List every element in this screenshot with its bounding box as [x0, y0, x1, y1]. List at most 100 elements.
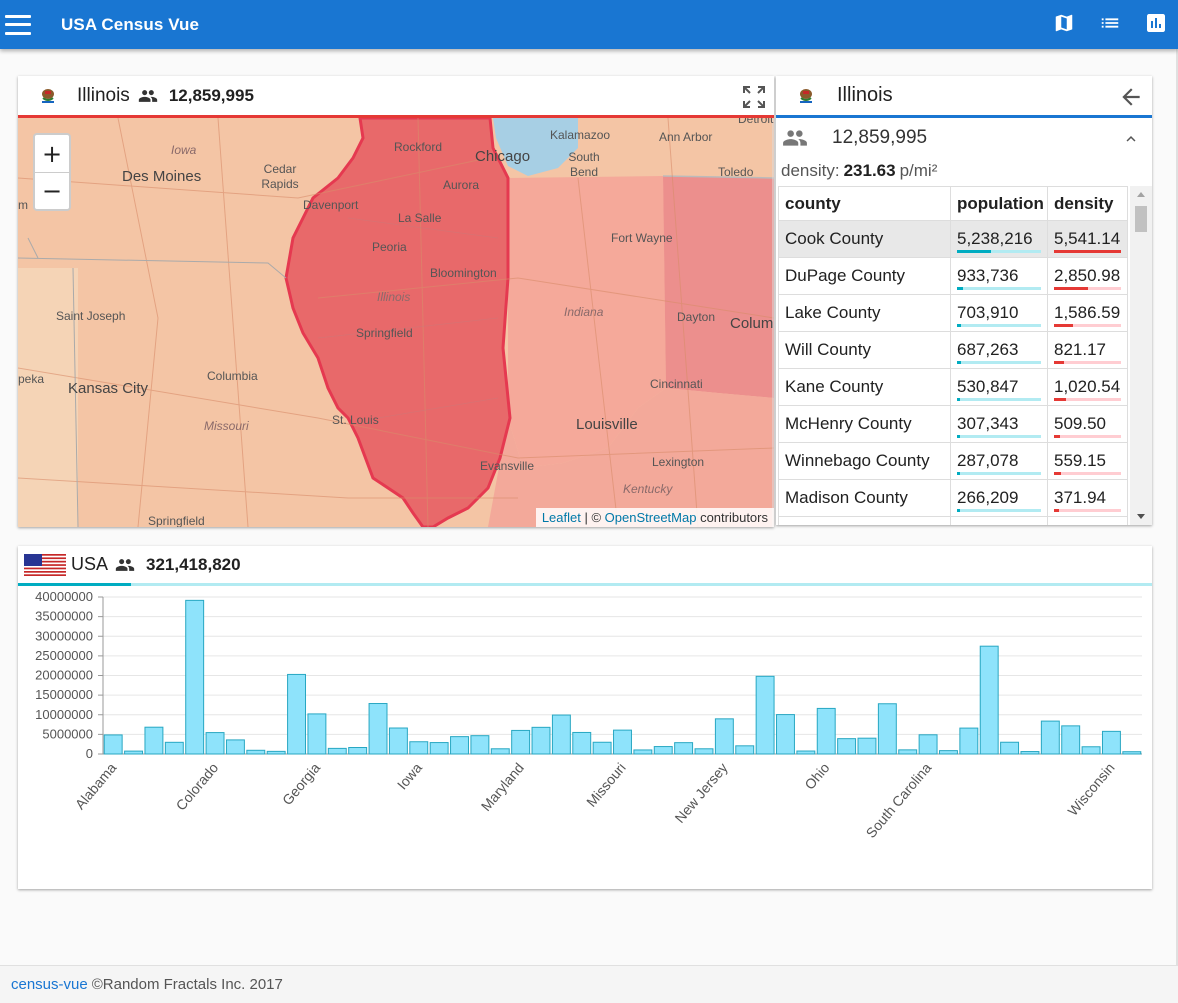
density-value: 231.63: [843, 161, 896, 180]
bar-oklahoma[interactable]: [837, 738, 857, 755]
county-name-cell: [778, 516, 951, 525]
scroll-down-arrow-icon[interactable]: [1137, 514, 1145, 519]
bar-north-carolina[interactable]: [776, 714, 795, 755]
bar-delaware[interactable]: [246, 749, 266, 755]
bar-vermont[interactable]: [1020, 751, 1040, 755]
bar-kentucky[interactable]: [450, 736, 469, 755]
bar-new-jersey[interactable]: [714, 718, 734, 755]
bar-minnesota[interactable]: [572, 731, 592, 755]
scroll-thumb[interactable]: [1135, 206, 1147, 232]
map-label-toledo: Toledo: [718, 165, 754, 179]
zoom-out-button[interactable]: −: [35, 172, 69, 209]
bar-district-of-columbia[interactable]: [266, 750, 286, 755]
map-label-la-salle: La Salle: [398, 211, 442, 225]
bar-maine[interactable]: [490, 748, 510, 755]
column-header-density[interactable]: density: [1047, 186, 1128, 221]
bar-rhode-island[interactable]: [898, 749, 918, 755]
people-icon: [115, 558, 135, 571]
bar-chart-icon[interactable]: [1144, 11, 1168, 35]
column-header-population[interactable]: population: [950, 186, 1048, 221]
table-row[interactable]: Winnebago County 287,078 559.15: [778, 442, 1128, 480]
bar-massachusetts[interactable]: [531, 726, 551, 755]
bar-kansas[interactable]: [429, 742, 449, 755]
bar-pennsylvania[interactable]: [877, 703, 897, 755]
bar-missouri[interactable]: [613, 729, 632, 755]
bar-new-york[interactable]: [755, 675, 775, 755]
bar-georgia[interactable]: [307, 713, 327, 755]
bar-maryland[interactable]: [511, 729, 531, 755]
table-scrollbar[interactable]: [1130, 186, 1152, 525]
bar-alaska[interactable]: [124, 750, 144, 755]
bar-texas[interactable]: [979, 645, 999, 755]
osm-link[interactable]: OpenStreetMap: [605, 510, 697, 525]
population-cell: 287,078: [950, 442, 1048, 480]
bar-arizona[interactable]: [144, 726, 164, 755]
list-icon[interactable]: [1098, 11, 1122, 35]
table-row[interactable]: McHenry County 307,343 509.50: [778, 405, 1128, 443]
x-tick-label: Wisconsin: [1064, 760, 1117, 819]
leaflet-link[interactable]: Leaflet: [542, 510, 581, 525]
menu-icon[interactable]: [5, 14, 31, 35]
people-icon: [138, 89, 157, 102]
population-cell: 5,238,216: [950, 220, 1048, 258]
table-row[interactable]: Will County 687,263 821.17: [778, 331, 1128, 369]
map-label-chicago: Chicago: [475, 148, 531, 165]
bar-utah[interactable]: [1000, 741, 1020, 755]
footer-link[interactable]: census-vue: [11, 976, 88, 993]
bar-west-virginia[interactable]: [1081, 746, 1101, 755]
bar-north-dakota[interactable]: [796, 750, 816, 755]
bar-washington[interactable]: [1061, 725, 1081, 755]
bar-south-carolina[interactable]: [918, 734, 938, 755]
bar-nebraska[interactable]: [653, 746, 673, 755]
bar-new-hampshire[interactable]: [694, 748, 714, 755]
table-row[interactable]: Kane County 530,847 1,020.54: [778, 368, 1128, 406]
map-label-aurora: Aurora: [443, 178, 480, 192]
fullscreen-icon[interactable]: [742, 85, 766, 109]
bar-tennessee[interactable]: [959, 727, 979, 755]
bar-california[interactable]: [185, 599, 205, 755]
table-row[interactable]: [778, 516, 1128, 525]
map-label-missouri: Missouri: [204, 419, 249, 433]
bar-florida[interactable]: [287, 673, 307, 755]
bar-louisiana[interactable]: [470, 735, 490, 755]
bar-south-dakota[interactable]: [938, 750, 958, 755]
bar-arkansas[interactable]: [164, 741, 184, 755]
county-name-cell: Lake County: [778, 294, 951, 332]
column-header-county[interactable]: county: [778, 186, 951, 221]
map-label-illinois: Illinois: [377, 290, 411, 304]
table-row[interactable]: Lake County 703,910 1,586.59: [778, 294, 1128, 332]
bar-mississippi[interactable]: [592, 741, 612, 755]
map-icon[interactable]: [1052, 11, 1076, 35]
bar-wyoming[interactable]: [1122, 751, 1142, 755]
table-row[interactable]: Madison County 266,209 371.94: [778, 479, 1128, 517]
bar-indiana[interactable]: [388, 727, 408, 755]
bar-montana[interactable]: [633, 749, 653, 755]
bar-connecticut[interactable]: [225, 739, 245, 755]
bar-colorado[interactable]: [205, 732, 225, 755]
attribution-suffix: contributors: [696, 510, 768, 525]
table-row[interactable]: Cook County 5,238,216 5,541.14: [778, 220, 1128, 258]
map-population: 12,859,995: [168, 85, 254, 105]
illinois-flag-icon: [795, 84, 817, 107]
bar-ohio[interactable]: [816, 707, 836, 755]
bar-idaho[interactable]: [348, 747, 368, 755]
table-row[interactable]: DuPage County 933,736 2,850.98: [778, 257, 1128, 295]
scroll-up-arrow-icon[interactable]: [1137, 192, 1145, 197]
population-bar: [957, 472, 1041, 475]
chevron-up-icon[interactable]: [1122, 130, 1140, 148]
back-arrow-icon[interactable]: [1118, 84, 1144, 110]
bar-illinois[interactable]: [368, 703, 388, 755]
bar-michigan[interactable]: [551, 714, 571, 755]
bar-oregon[interactable]: [857, 737, 877, 755]
map-view[interactable]: Iowa Des Moines Cedar Rapids m Rockford …: [18, 118, 774, 527]
bar-iowa[interactable]: [409, 741, 429, 755]
bar-wisconsin[interactable]: [1101, 730, 1121, 755]
bar-alabama[interactable]: [103, 734, 123, 755]
bar-new-mexico[interactable]: [735, 745, 755, 755]
zoom-in-button[interactable]: +: [35, 135, 69, 172]
bar-hawaii[interactable]: [327, 747, 347, 755]
y-tick-label: 10000000: [35, 707, 93, 722]
bar-nevada[interactable]: [674, 742, 694, 755]
bar-virginia[interactable]: [1040, 720, 1060, 755]
population-bar: [957, 398, 1041, 401]
